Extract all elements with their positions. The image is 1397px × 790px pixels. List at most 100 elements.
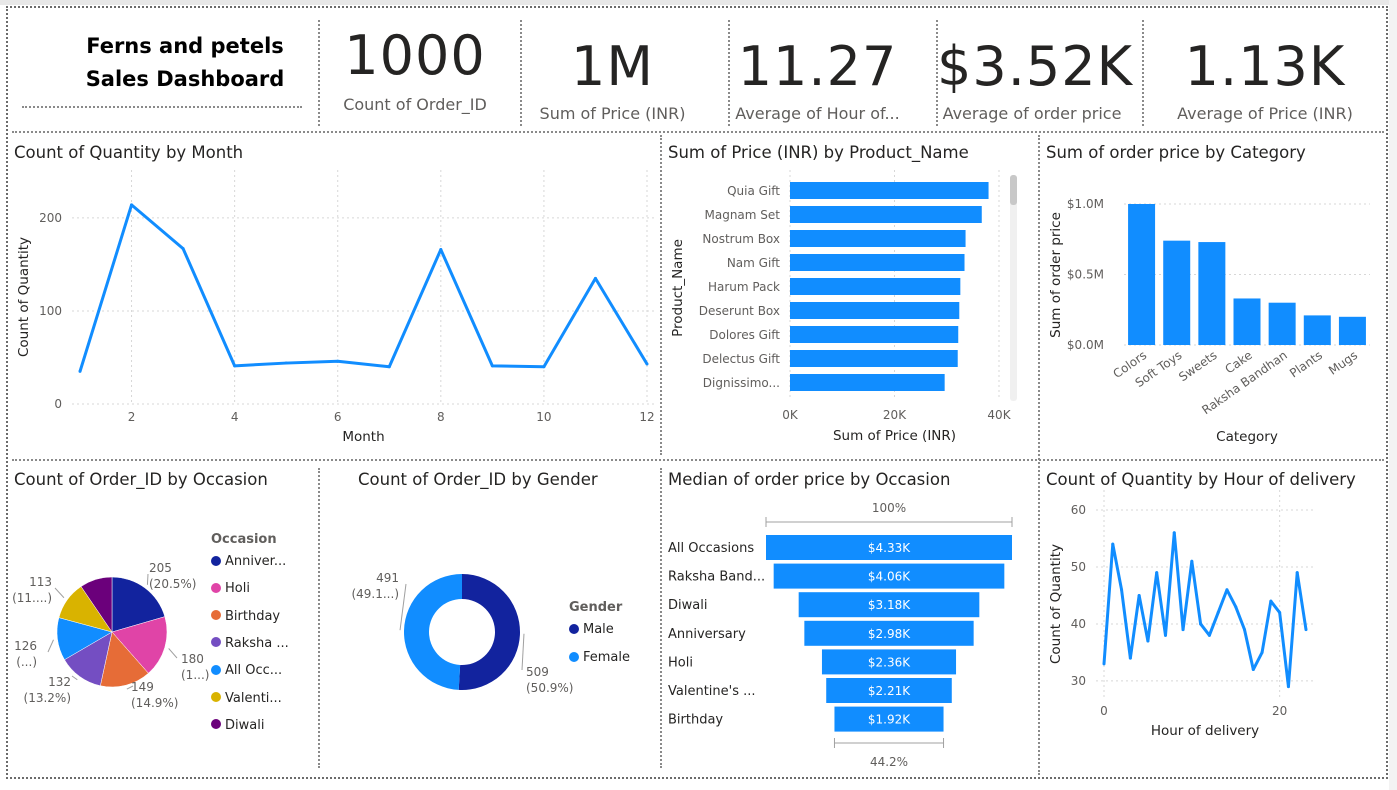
y-tick-label: $1.0M (1067, 197, 1104, 211)
data-point (284, 361, 288, 365)
data-label: 205 (149, 561, 172, 575)
data-label: $2.98K (868, 627, 911, 641)
data-point (1251, 668, 1255, 672)
y-tick-label: Dolores Gift (709, 328, 780, 342)
bar (790, 182, 989, 199)
data-point (1190, 559, 1194, 563)
data-point (1269, 599, 1273, 603)
legend-label: Holi (225, 581, 250, 597)
x-axis-title: Month (342, 429, 384, 445)
data-point (1304, 628, 1308, 632)
data-point (1181, 628, 1185, 632)
data-point (1128, 656, 1132, 660)
legend-item[interactable]: Valenti... (211, 691, 282, 706)
line-chart-quantity-by-hour[interactable]: 30 40 50 60 0 20 Hour of delivery Count of Quan… (1040, 490, 1385, 775)
bar-chart-orderprice-by-category[interactable]: $0.0M$0.5M$1.0MColorsSoft ToysSweets Cake… (1040, 160, 1385, 455)
legend-item[interactable]: Holi (211, 581, 250, 596)
leader-line (47, 639, 54, 653)
y-axis-title: Product_Name (670, 239, 686, 337)
category-label: All Occasions (668, 541, 754, 556)
pie-slice (403, 574, 462, 690)
bar (1268, 302, 1296, 345)
data-point (1225, 588, 1229, 592)
x-tick-label: 12 (639, 410, 654, 424)
legend-marker (211, 637, 221, 648)
pie-chart-orders-by-occasion[interactable]: 205 (20.5%) 180 (1...) 149 (14.9%) 132 (13.2%) 1… (0, 490, 209, 770)
data-label: (50.9%) (526, 681, 573, 695)
leader-line (146, 573, 149, 585)
legend-item[interactable]: Raksha ... (211, 636, 289, 651)
chart-title: Median of order price by Occasion (668, 470, 951, 489)
legend-item[interactable]: Anniver... (211, 554, 286, 569)
x-tick-label: 2 (128, 410, 136, 424)
data-point (130, 203, 134, 207)
x-tick-label: 10 (536, 410, 551, 424)
category-label: Holi (668, 655, 693, 670)
data-point (1199, 622, 1203, 626)
legend-item[interactable]: Male (569, 622, 614, 637)
divider (520, 20, 522, 126)
y-tick-label: Quia Gift (727, 184, 780, 198)
bar (1303, 315, 1331, 345)
data-point (233, 364, 237, 368)
data-label: $3.18K (868, 598, 911, 612)
data-point (387, 365, 391, 369)
data-label: 491 (376, 571, 399, 585)
data-point (1260, 650, 1264, 654)
legend-marker (569, 651, 579, 662)
x-tick-label: 20K (883, 408, 907, 422)
leader-line (54, 587, 65, 599)
legend-title: Gender (569, 600, 623, 615)
data-label: 132 (48, 675, 71, 689)
data-point (336, 359, 340, 363)
bar (790, 230, 966, 247)
data-label: (14.9%) (131, 696, 178, 710)
bar (790, 326, 959, 343)
legend-label: Diwali (225, 717, 265, 733)
data-point (1172, 531, 1176, 535)
data-point (1137, 593, 1141, 597)
pie-slice (458, 574, 520, 690)
y-tick-label: Delectus Gift (702, 352, 780, 366)
data-point (542, 365, 546, 369)
legend-item[interactable]: Diwali (211, 718, 264, 733)
x-tick-label: Plants (1287, 348, 1325, 380)
legend-label: Male (583, 622, 614, 637)
category-label: Birthday (668, 713, 723, 728)
legend-marker (211, 719, 221, 730)
legend-item[interactable]: Birthday (211, 609, 280, 624)
legend-item[interactable]: All Occ... (211, 663, 282, 678)
bar (1128, 204, 1156, 345)
category-label: Raksha Band... (668, 570, 765, 585)
divider (1142, 20, 1144, 126)
data-point (1286, 685, 1290, 689)
y-tick-label: 60 (1071, 503, 1086, 517)
legend-marker (211, 555, 221, 566)
y-tick-label: 30 (1071, 674, 1086, 688)
bar-chart-price-by-product[interactable]: 0K 20K 40K Quia Gift Magnam Set Nostrum Box Na… (662, 160, 1038, 455)
data-point (1120, 588, 1124, 592)
x-tick-label: Mugs (1326, 348, 1360, 378)
legend-item[interactable]: Female (569, 650, 630, 665)
data-point (490, 364, 494, 368)
bar (790, 350, 958, 367)
data-point (593, 276, 597, 280)
legend-label: Birthday (225, 608, 281, 624)
kpi-value: 1M (571, 35, 654, 98)
data-label: 126 (14, 639, 37, 653)
donut-chart-orders-by-gender[interactable]: 509 (50.9%) 491 (49.1...) (340, 490, 573, 770)
chart-title: Count of Quantity by Hour of delivery (1046, 470, 1356, 489)
legend-label: All Occ... (225, 663, 283, 679)
data-label: $4.06K (868, 570, 911, 584)
line-chart-quantity-by-month[interactable]: 0 100 200 2 4 6 8 10 12 Month Count of Quantity (0, 160, 660, 455)
data-label: (...) (16, 655, 37, 669)
kpi-label: Count of Order_ID (343, 95, 487, 114)
data-point (1216, 611, 1220, 615)
y-tick-label: Dignissimo... (703, 376, 780, 390)
bar (790, 374, 945, 391)
data-point (1146, 639, 1150, 643)
funnel-chart-median-by-occasion[interactable]: 100% $4.33K All Occasions $4.06K Raksha Band… (662, 490, 1038, 775)
legend-marker (211, 692, 221, 702)
bar (790, 302, 960, 319)
y-tick-label: Nostrum Box (702, 232, 780, 246)
